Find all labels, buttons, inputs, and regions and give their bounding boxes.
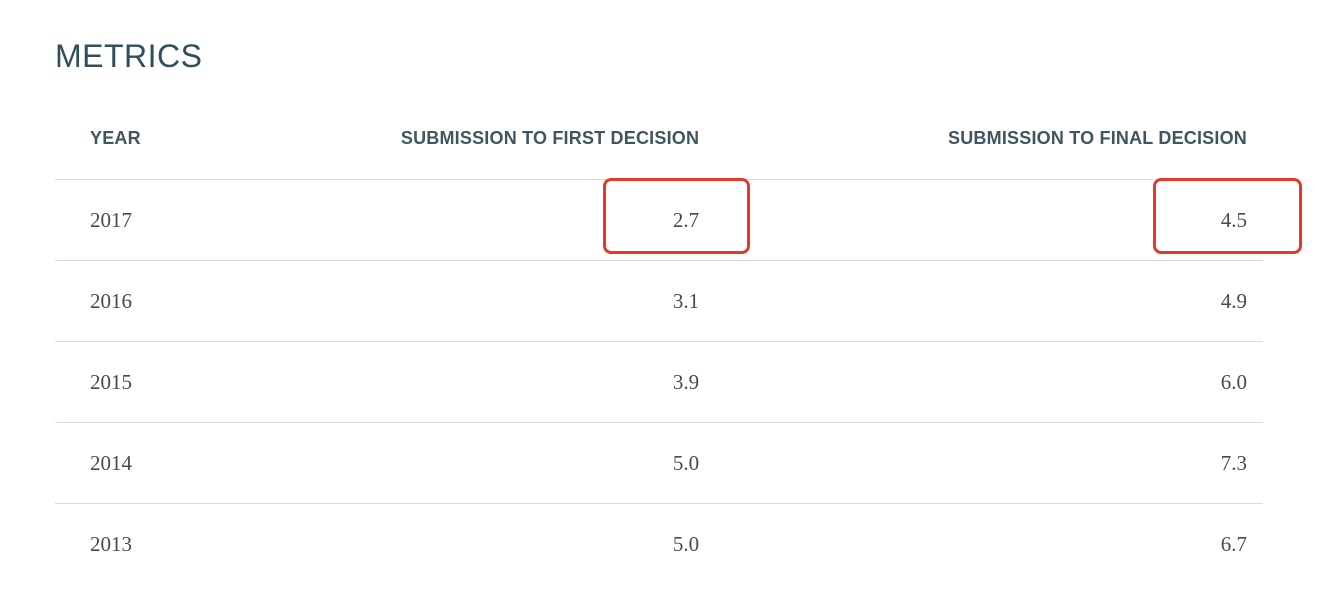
final-decision-cell: 6.7 xyxy=(1220,531,1247,556)
column-header-year[interactable]: YEAR xyxy=(55,98,361,180)
table-row: 2017 2.7 4.5 xyxy=(55,179,1263,261)
column-header-final-decision[interactable]: SUBMISSION TO FINAL DECISION xyxy=(699,98,1263,180)
first-decision-cell: 5.0 xyxy=(672,531,700,556)
page-title: METRICS xyxy=(55,38,203,74)
year-cell: 2013 xyxy=(90,531,132,556)
year-cell: 2017 xyxy=(55,179,361,261)
table-row: 2013 5.0 6.7 xyxy=(55,504,1263,585)
first-decision-cell: 5.0 xyxy=(360,422,700,504)
final-decision-cell: 6.0 xyxy=(699,341,1263,423)
table-row: 2014 5.0 7.3 xyxy=(55,422,1263,504)
table-header-row: YEAR SUBMISSION TO FIRST DECISION SUBMIS… xyxy=(55,98,1263,180)
column-header-first-decision[interactable]: SUBMISSION TO FIRST DECISION xyxy=(360,98,700,180)
metrics-table: YEAR SUBMISSION TO FIRST DECISION SUBMIS… xyxy=(55,98,1263,584)
table-row: 2016 3.1 4.9 xyxy=(55,260,1263,342)
year-cell: 2016 xyxy=(55,260,361,342)
first-decision-cell: 2.7 xyxy=(360,179,700,261)
first-decision-cell: 3.1 xyxy=(360,260,700,342)
year-cell: 2014 xyxy=(55,422,361,504)
table-row: 2015 3.9 6.0 xyxy=(55,341,1263,423)
final-decision-cell: 4.9 xyxy=(699,260,1263,342)
year-cell: 2015 xyxy=(55,341,361,423)
first-decision-cell: 3.9 xyxy=(360,341,700,423)
final-decision-cell: 4.5 xyxy=(699,179,1263,261)
final-decision-cell: 7.3 xyxy=(699,422,1263,504)
